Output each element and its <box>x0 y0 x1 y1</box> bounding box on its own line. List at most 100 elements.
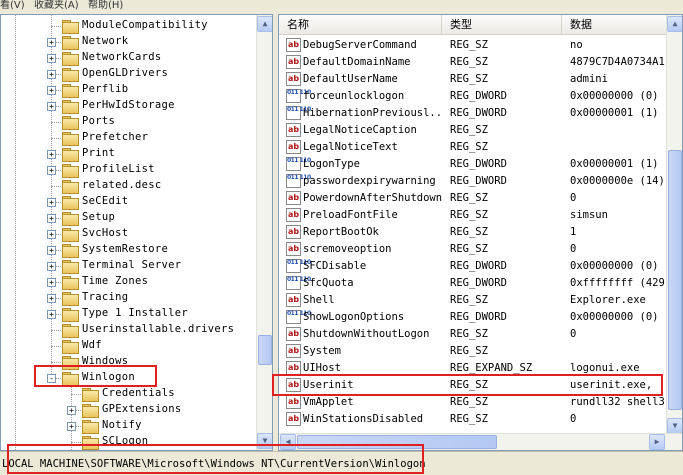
registry-value-row[interactable]: ab DefaultDomainName REG_SZ 4879C7D4A0734A1 <box>279 54 669 71</box>
expand-icon[interactable]: + <box>47 86 56 95</box>
registry-value-row[interactable]: ab scremoveoption REG_SZ 0 <box>279 241 669 258</box>
registry-value-row[interactable]: ab PreloadFontFile REG_SZ simsun <box>279 207 669 224</box>
value-data: rundll32 shell3 <box>570 396 665 408</box>
scroll-up-icon[interactable]: ▲ <box>667 16 682 32</box>
registry-value-row[interactable]: ab VmApplet REG_SZ rundll32 shell3 <box>279 394 669 411</box>
expand-icon[interactable]: + <box>47 150 56 159</box>
tree-scroll-thumb[interactable] <box>258 335 272 365</box>
expand-icon[interactable]: + <box>47 262 56 271</box>
registry-value-row[interactable]: 011 110 forceunlocklogon REG_DWORD 0x000000… <box>279 88 669 105</box>
tree-item-type-1-installer[interactable]: + Type 1 Installer <box>1 306 256 322</box>
value-type: REG_EXPAND_SZ <box>450 362 533 374</box>
registry-value-row[interactable]: ab LegalNoticeCaption REG_SZ <box>279 122 669 139</box>
expand-icon[interactable]: + <box>47 102 56 111</box>
tree-item-sclogon[interactable]: SCLogon <box>1 434 256 450</box>
tree-item-time-zones[interactable]: + Time Zones <box>1 274 256 290</box>
tree-item-opengldrivers[interactable]: + OpenGLDrivers <box>1 66 256 82</box>
registry-value-row[interactable]: 011 110 ShowLogonOptions REG_DWORD 0x000000… <box>279 309 669 326</box>
tree-item-credentials[interactable]: Credentials <box>1 386 256 402</box>
scroll-left-icon[interactable]: ◀ <box>280 434 296 450</box>
tree-item-gpextensions[interactable]: + GPExtensions <box>1 402 256 418</box>
scroll-right-icon[interactable]: ▶ <box>649 434 665 450</box>
tree-item-profilelist[interactable]: + ProfileList <box>1 162 256 178</box>
registry-value-row[interactable]: ab Shell REG_SZ Explorer.exe <box>279 292 669 309</box>
registry-value-row[interactable]: ab System REG_SZ <box>279 343 669 360</box>
tree-item-label: Network <box>82 35 129 47</box>
scroll-up-icon[interactable]: ▲ <box>257 16 272 32</box>
registry-value-row[interactable]: ab UIHost REG_EXPAND_SZ logonui.exe <box>279 360 669 377</box>
list-horizontal-scrollbar[interactable]: ◀ ▶ <box>279 433 682 450</box>
value-data: logonui.exe <box>570 362 640 374</box>
registry-value-row[interactable]: ab Userinit REG_SZ userinit.exe, <box>279 377 669 394</box>
list-vertical-scrollbar[interactable]: ▲ ▼ <box>666 15 682 435</box>
registry-value-row[interactable]: ab DefaultUserName REG_SZ admini <box>279 71 669 88</box>
expand-icon[interactable]: + <box>47 310 56 319</box>
expand-icon[interactable]: + <box>47 278 56 287</box>
registry-value-row[interactable]: ab WinStationsDisabled REG_SZ 0 <box>279 411 669 428</box>
tree-item-perhwidstorage[interactable]: + PerHwIdStorage <box>1 98 256 114</box>
tree-item-systemrestore[interactable]: + SystemRestore <box>1 242 256 258</box>
scroll-down-icon[interactable]: ▼ <box>257 433 272 449</box>
string-value-icon: ab <box>286 412 301 426</box>
tree-item-label: Windows <box>82 355 129 367</box>
expand-icon[interactable]: + <box>47 246 56 255</box>
scroll-down-icon[interactable]: ▼ <box>667 418 682 434</box>
menu-help[interactable]: 帮助(H) <box>88 0 123 11</box>
registry-value-row[interactable]: ab ReportBootOk REG_SZ 1 <box>279 224 669 241</box>
menu-favorites[interactable]: 收藏夹(A) <box>34 0 79 11</box>
registry-value-row[interactable]: ab DebugServerCommand REG_SZ no <box>279 37 669 54</box>
tree-item-windows[interactable]: Windows <box>1 354 256 370</box>
list-hscroll-thumb[interactable] <box>297 435 497 449</box>
expand-icon[interactable]: + <box>47 198 56 207</box>
tree-item-notify[interactable]: + Notify <box>1 418 256 434</box>
registry-value-row[interactable]: ab LegalNoticeText REG_SZ <box>279 139 669 156</box>
string-value-icon: ab <box>286 378 301 392</box>
tree-item-label: Tracing <box>82 291 129 303</box>
expand-icon[interactable]: + <box>47 70 56 79</box>
tree-item-winlogon[interactable]: - Winlogon <box>1 370 256 386</box>
expand-icon[interactable]: + <box>67 422 76 431</box>
tree-item-related-desc[interactable]: related.desc <box>1 178 256 194</box>
registry-value-row[interactable]: 011 110 SfcQuota REG_DWORD 0xffffffff (429 <box>279 275 669 292</box>
tree-item-ports[interactable]: Ports <box>1 114 256 130</box>
expand-icon[interactable]: + <box>47 294 56 303</box>
tree-item-label: GPExtensions <box>102 403 182 415</box>
expand-icon[interactable]: + <box>67 406 76 415</box>
tree-item-terminal-server[interactable]: + Terminal Server <box>1 258 256 274</box>
expand-icon[interactable]: + <box>47 38 56 47</box>
registry-value-row[interactable]: ab PowerdownAfterShutdown REG_SZ 0 <box>279 190 669 207</box>
list-header: 名称 类型 数据 <box>279 15 682 35</box>
tree-item-print[interactable]: + Print <box>1 146 256 162</box>
menu-view[interactable]: 看(V) <box>0 0 25 11</box>
tree-item-userinstallable-drivers[interactable]: Userinstallable.drivers <box>1 322 256 338</box>
expand-icon[interactable]: + <box>47 166 56 175</box>
expand-icon[interactable]: + <box>47 214 56 223</box>
tree-item-wdf[interactable]: Wdf <box>1 338 256 354</box>
value-name: System <box>303 345 341 357</box>
tree-item-tracing[interactable]: + Tracing <box>1 290 256 306</box>
registry-value-row[interactable]: 011 110 HibernationPreviousl... REG_DWORD 0… <box>279 105 669 122</box>
column-data-header[interactable]: 数据 <box>562 15 682 35</box>
tree-item-modulecompatibility[interactable]: ModuleCompatibility <box>1 18 256 34</box>
tree-branch-line <box>51 26 61 27</box>
folder-icon <box>62 340 79 354</box>
tree-item-svchost[interactable]: + SvcHost <box>1 226 256 242</box>
collapse-icon[interactable]: - <box>47 374 56 383</box>
registry-value-row[interactable]: 011 110 SFCDisable REG_DWORD 0x00000000 (0) <box>279 258 669 275</box>
tree-item-setup[interactable]: + Setup <box>1 210 256 226</box>
registry-value-row[interactable]: 011 110 passwordexpirywarning REG_DWORD 0x0… <box>279 173 669 190</box>
list-scroll-thumb[interactable] <box>668 150 682 410</box>
column-name-header[interactable]: 名称 <box>279 15 442 35</box>
tree-item-prefetcher[interactable]: Prefetcher <box>1 130 256 146</box>
registry-value-row[interactable]: 011 110 LogonType REG_DWORD 0x00000001 (1) <box>279 156 669 173</box>
tree-vertical-scrollbar[interactable]: ▲ ▼ <box>256 15 272 450</box>
tree-item-network[interactable]: + Network <box>1 34 256 50</box>
registry-value-row[interactable]: ab ShutdownWithoutLogon REG_SZ 0 <box>279 326 669 343</box>
column-type-header[interactable]: 类型 <box>442 15 562 35</box>
tree-item-perflib[interactable]: + Perflib <box>1 82 256 98</box>
tree-item-label: ModuleCompatibility <box>82 19 208 31</box>
expand-icon[interactable]: + <box>47 230 56 239</box>
expand-icon[interactable]: + <box>47 54 56 63</box>
tree-item-networkcards[interactable]: + NetworkCards <box>1 50 256 66</box>
tree-item-secedit[interactable]: + SeCEdit <box>1 194 256 210</box>
